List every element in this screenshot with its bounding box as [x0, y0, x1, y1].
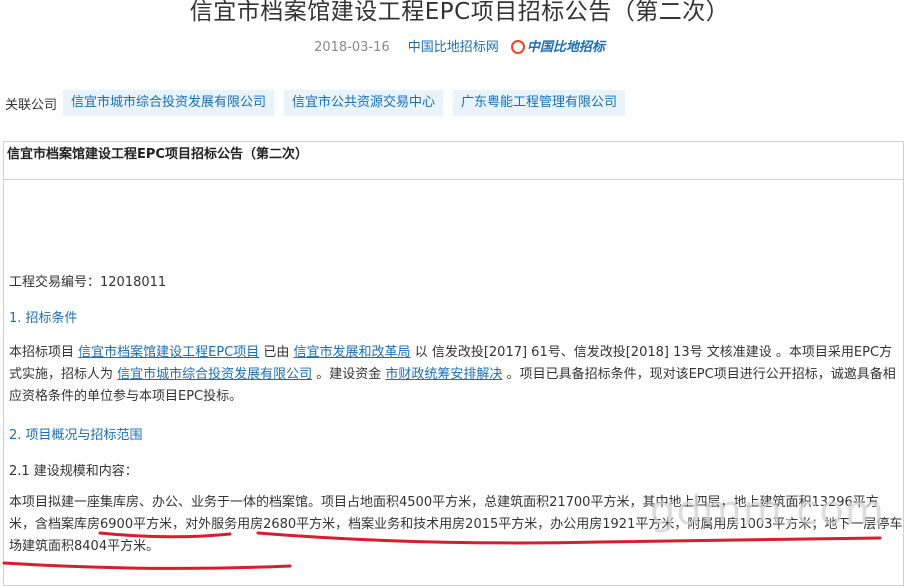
- section-2-heading: 2. 项目概况与招标范围: [9, 428, 143, 443]
- company-tag-1[interactable]: 信宜市城市综合投资发展有限公司: [63, 90, 275, 116]
- publish-date: 2018-03-16: [314, 40, 390, 55]
- site-logo[interactable]: 中国比地招标: [510, 39, 605, 57]
- source-link[interactable]: 中国比地招标网: [408, 40, 499, 55]
- article-title: 信宜市档案馆建设工程EPC项目招标公告（第二次）: [189, 0, 730, 25]
- section-1-heading: 1. 招标条件: [9, 311, 78, 326]
- related-companies: 关联公司 信宜市城市综合投资发展有限公司 信宜市公共资源交易中心 广东粤能工程管…: [5, 90, 635, 116]
- logo-text: 中国比地招标: [526, 39, 605, 55]
- section-2-1-heading: 2.1 建设规模和内容：: [9, 464, 138, 479]
- s1-text-2: 已由: [259, 345, 294, 360]
- tenderer-link[interactable]: 信宜市城市综合投资发展有限公司: [117, 367, 312, 382]
- section-1-body: 本招标项目 信宜市档案馆建设工程EPC项目 已由 信宜市发展和改革局 以 信发改…: [9, 342, 904, 408]
- trade-number: 工程交易编号：12018011: [9, 275, 167, 290]
- article-meta: 2018-03-16 中国比地招标网 中国比地招标: [0, 36, 919, 57]
- company-tag-2[interactable]: 信宜市公共资源交易中心: [284, 90, 444, 116]
- announcement-header: 信宜市档案馆建设工程EPC项目招标公告（第二次）: [4, 142, 903, 180]
- s1-text-1: 本招标项目: [9, 345, 79, 360]
- project-link[interactable]: 信宜市档案馆建设工程EPC项目: [78, 345, 259, 360]
- s1-text-4: 。建设资金: [312, 367, 386, 382]
- watermark: gdmm.com: [650, 488, 885, 534]
- company-tag-3[interactable]: 广东粤能工程管理有限公司: [453, 90, 626, 116]
- logo-icon: [510, 39, 525, 54]
- drc-link[interactable]: 信宜市发展和改革局: [294, 345, 411, 360]
- related-label: 关联公司: [5, 97, 58, 113]
- funding-link[interactable]: 市财政统筹安排解决: [385, 367, 502, 382]
